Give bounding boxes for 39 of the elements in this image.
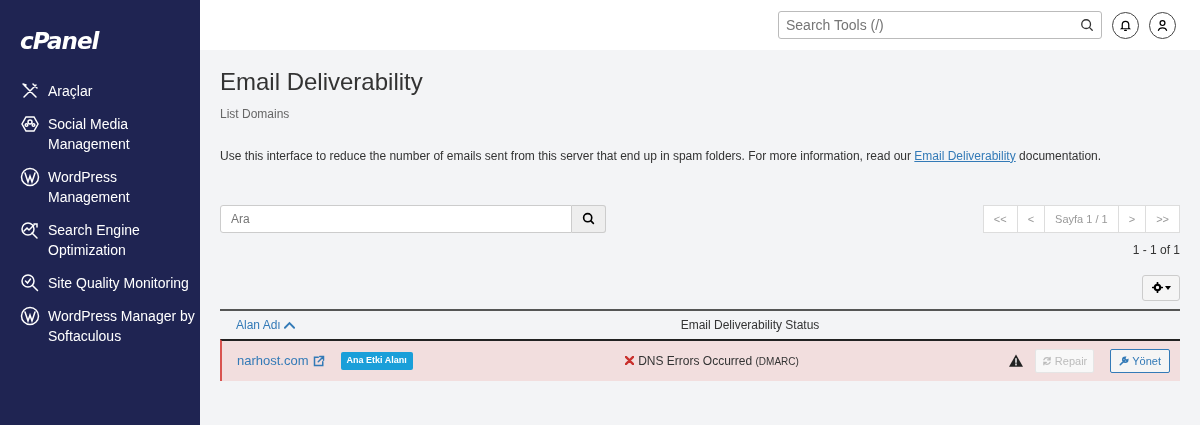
sidebar-item[interactable]: WordPress Management bbox=[20, 166, 200, 207]
external-link-icon bbox=[312, 354, 325, 367]
user-icon bbox=[1156, 18, 1169, 32]
search-icon bbox=[1080, 18, 1094, 32]
documentation-link[interactable]: Email Deliverability bbox=[914, 148, 1016, 163]
sidebar-item[interactable]: Araçlar bbox=[20, 80, 200, 101]
notifications-button[interactable] bbox=[1112, 11, 1139, 39]
sidebar-item[interactable]: Site Quality Monitoring bbox=[20, 272, 200, 293]
settings-button[interactable] bbox=[1142, 274, 1180, 301]
column-header: Email Deliverability Status bbox=[679, 316, 821, 334]
page-subtitle: List Domains bbox=[220, 105, 291, 123]
wordpress-icon bbox=[20, 305, 40, 326]
hexagon-network-icon bbox=[20, 113, 40, 134]
wordpress-icon bbox=[20, 166, 40, 187]
logo[interactable]: cPanel bbox=[20, 24, 99, 59]
refresh-icon bbox=[1041, 355, 1052, 366]
caret-icon bbox=[1164, 285, 1171, 290]
search-icon bbox=[582, 212, 595, 226]
domain-tag: Ana Etki Alanı bbox=[340, 352, 413, 370]
wrench-icon bbox=[1119, 355, 1130, 366]
result-count: 1 - 1 of 1 bbox=[1132, 241, 1180, 259]
tools-icon bbox=[20, 80, 40, 101]
domain-link[interactable]: narhost.com bbox=[237, 351, 325, 371]
intro-text: Use this interface to reduce the number of emails sent from this server that end up in spam folders. For more information, read our Email Deliverability documentation. bbox=[220, 147, 1103, 165]
page-title: Email Deliverability bbox=[220, 68, 424, 97]
manage-button[interactable]: Yönet bbox=[1110, 348, 1170, 374]
check-magnifier-icon bbox=[20, 272, 40, 293]
bell-icon bbox=[1119, 18, 1132, 32]
column-header[interactable]: Alan Adı bbox=[220, 315, 520, 334]
chart-magnifier-icon bbox=[20, 219, 40, 240]
filter-field[interactable]: Ara bbox=[220, 204, 572, 233]
search-field[interactable]: Search Tools (/) bbox=[778, 11, 1102, 39]
status-text: DNS Errors Occurred (DMARC) bbox=[638, 352, 799, 370]
error-x-icon bbox=[625, 356, 635, 366]
sidebar-item[interactable]: WordPress Manager by Softaculous bbox=[20, 305, 200, 346]
sidebar-item[interactable]: Social Media Management bbox=[20, 113, 200, 154]
search-button[interactable] bbox=[572, 204, 606, 233]
sidebar-item[interactable]: Search Engine Optimization bbox=[20, 219, 200, 260]
user-button[interactable] bbox=[1149, 11, 1176, 39]
